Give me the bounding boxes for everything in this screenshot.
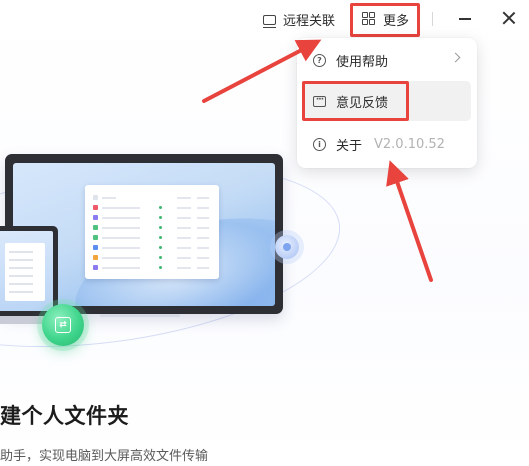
laptop-display — [0, 231, 53, 311]
chevron-right-icon — [450, 52, 461, 63]
feedback-highlight-box — [302, 81, 409, 121]
large-screen-stand — [100, 314, 180, 317]
menu-item-about[interactable]: i 关于 V2.0.10.52 — [303, 124, 471, 164]
version-label: V2.0.10.52 — [374, 136, 445, 152]
orbit-node-icon — [275, 235, 299, 259]
title-bar: 远程关联 更多 — [0, 0, 529, 38]
monitor-icon — [263, 15, 276, 29]
file-list-window — [85, 185, 219, 279]
remote-link-button[interactable]: 远程关联 — [263, 9, 335, 29]
close-icon[interactable] — [500, 9, 518, 27]
menu-item-help[interactable]: ? 使用帮助 — [303, 40, 471, 80]
page-headline: 建个人文件夹 — [0, 404, 129, 428]
transfer-badge-icon: ⇄ — [42, 304, 84, 346]
page-subheadline: 助手，实现电脑到大屏高效文件传输 — [0, 449, 209, 464]
more-highlight-box — [350, 3, 420, 37]
app-window: 远程关联 更多 ⇄ ? 使用帮助 ··· 意见反馈 i 关于 V2.0.10.5… — [0, 0, 529, 466]
info-circle-icon: i — [313, 137, 326, 151]
help-circle-icon: ? — [313, 53, 326, 67]
menu-item-about-label: 关于 — [336, 138, 363, 154]
laptop-document — [5, 243, 45, 301]
title-bar-divider — [432, 12, 433, 26]
menu-item-help-label: 使用帮助 — [336, 54, 389, 70]
arrow-to-version — [386, 160, 433, 282]
minimize-icon[interactable] — [458, 10, 474, 26]
remote-link-label: 远程关联 — [283, 13, 336, 29]
laptop-illustration — [0, 226, 58, 318]
transfer-glyph-icon: ⇄ — [55, 317, 71, 333]
